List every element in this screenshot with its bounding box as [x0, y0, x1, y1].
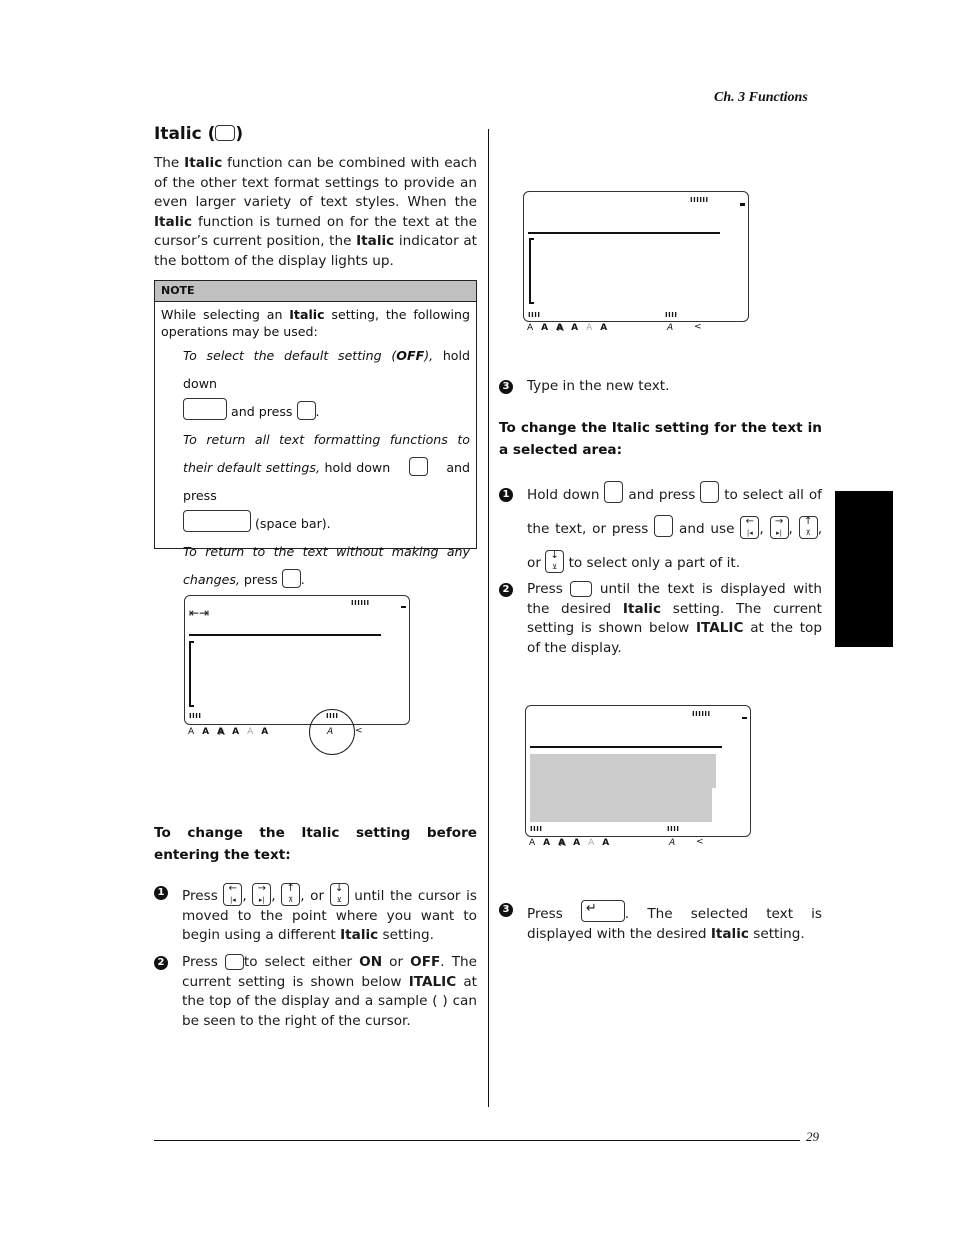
style-indicators: AAAAAA — [527, 323, 608, 333]
italic-indicator: A — [669, 838, 676, 848]
lcd-top-ticks: IIIIII — [692, 710, 711, 718]
right-arrow-key-icon: → ▸| — [252, 883, 272, 906]
chapter-side-tab — [835, 491, 893, 647]
return-key-icon: ↵ — [580, 900, 625, 922]
lcd-divider — [530, 746, 722, 748]
column-divider — [488, 129, 489, 1107]
italic-key-icon — [215, 125, 236, 141]
italic-indicator-highlight-circle — [309, 709, 355, 755]
select-key-icon — [700, 481, 720, 503]
section-title: Italic () — [154, 124, 244, 144]
note-op-reset: To return all text formatting functions … — [183, 432, 471, 503]
code-key-icon — [183, 398, 227, 420]
lcd-bottom-ticks: IIII — [665, 311, 678, 319]
lcd-divider — [189, 634, 381, 636]
note-body: While selecting an Italic setting, the f… — [155, 302, 476, 594]
lcd-display-selection: IIIIII IIII IIII — [525, 705, 751, 837]
before-step-2: 2 Press to select either ON or OFF. The … — [154, 953, 477, 1031]
lcd-selected-area — [530, 754, 716, 788]
indicator-arrow-icon: < — [696, 837, 704, 847]
select-key-icon — [654, 515, 674, 537]
indicator-arrow-icon: < — [355, 726, 363, 736]
lcd-display-empty: IIIIII IIII IIII — [523, 191, 749, 322]
selected-step-1: 1 Hold down and press to select all of t… — [499, 478, 822, 580]
lcd-bottom-ticks: IIII — [530, 825, 543, 833]
lcd-top-ticks: IIIIII — [690, 196, 709, 204]
left-arrow-key-icon: ← |◂ — [223, 883, 243, 906]
down-arrow-key-icon: ↓ ⊻ — [545, 550, 565, 573]
selected-area-heading: To change the Italic setting for the tex… — [499, 420, 822, 458]
code-key-icon — [408, 457, 428, 476]
lcd-divider — [528, 232, 720, 234]
before-step-3: 3 Type in the new text. — [499, 377, 822, 397]
lcd-top-ticks: IIIIII — [351, 599, 370, 607]
page-number: 29 — [806, 1129, 819, 1144]
down-arrow-key-icon: ↓ ⊻ — [329, 883, 349, 906]
cancel-key-icon — [281, 569, 301, 588]
note-op-cancel: To return to the text without making any… — [183, 544, 470, 588]
before-step-1: 1 Press ← |◂, → ▸|, ↑ ⊼, or ↓ ⊻ until the cu… — [154, 883, 477, 946]
lcd-selected-area — [530, 788, 712, 822]
lcd-cursor — [189, 641, 194, 707]
space-bar-key-icon — [183, 510, 251, 532]
code-key-icon — [604, 481, 624, 503]
before-entering-heading: To change the Italic setting before ente… — [154, 825, 477, 863]
selected-step-3: 3 Press ↵. The selected text is displaye… — [499, 900, 822, 944]
note-op-default: To select the default setting (OFF), hol… — [183, 348, 470, 391]
footer-rule — [154, 1140, 800, 1141]
intro-paragraph: The Italic function can be combined with… — [154, 155, 477, 269]
note-label: NOTE — [155, 281, 476, 302]
chapter-header: Ch. 3 Functions — [714, 90, 808, 105]
italic-key-icon — [296, 401, 316, 420]
style-indicators: AAAAAA — [188, 727, 269, 737]
lcd-battery-indicator — [742, 717, 747, 719]
selected-step-2: 2 Press until the text is displayed with… — [499, 580, 822, 658]
style-indicators: AAAAAA — [529, 838, 610, 848]
lcd-battery-indicator — [740, 203, 745, 206]
lcd-display-cursor-position: IIIIII ⇤⇥ IIII IIII — [184, 595, 410, 725]
lcd-battery-indicator — [401, 606, 406, 608]
up-arrow-key-icon: ↑ ⊼ — [281, 883, 301, 906]
italic-key-icon — [570, 581, 593, 597]
lcd-bottom-ticks: IIII — [667, 825, 680, 833]
lcd-bottom-ticks: IIII — [528, 311, 541, 319]
italic-indicator: A — [667, 323, 674, 333]
left-arrow-key-icon: ← |◂ — [740, 516, 760, 539]
note-box: NOTE While selecting an Italic setting, … — [154, 280, 477, 588]
lcd-bottom-ticks: IIII — [189, 712, 202, 720]
tab-icon: ⇤⇥ — [189, 606, 210, 620]
lcd-cursor — [529, 238, 534, 304]
italic-key-icon — [224, 954, 244, 970]
up-arrow-key-icon: ↑ ⊼ — [798, 516, 818, 539]
right-arrow-key-icon: → ▸| — [769, 516, 789, 539]
indicator-arrow-icon: < — [694, 322, 702, 332]
